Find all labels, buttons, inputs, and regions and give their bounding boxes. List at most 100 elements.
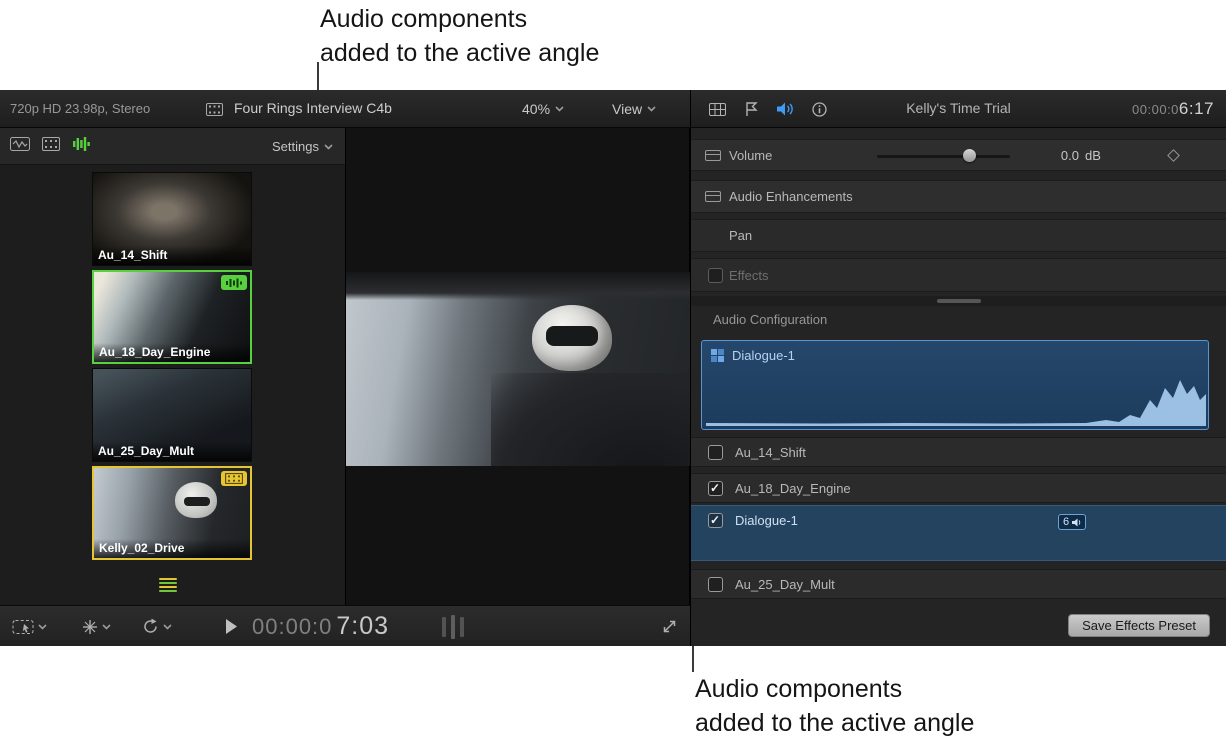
project-title: Four Rings Interview C4b — [234, 90, 392, 127]
pan-row[interactable]: Pan — [691, 219, 1226, 252]
volume-row: Volume 0.0 dB — [691, 139, 1226, 171]
expand-viewer-button[interactable] — [661, 606, 678, 647]
car-roof-shape — [346, 272, 691, 300]
audio-configuration-label: Audio Configuration — [713, 312, 827, 327]
app-window: 720p HD 23.98p, Stereo Four Rings Interv… — [0, 90, 1226, 646]
tool-select-dropdown[interactable] — [12, 606, 47, 647]
video-audio-display-icon[interactable] — [10, 137, 30, 151]
panel-icon — [705, 150, 721, 161]
effects-label: Effects — [729, 259, 769, 292]
timecode-dim: 00:00:0 — [252, 614, 332, 640]
expand-icon — [661, 618, 678, 635]
component-row-dialogue1-selected[interactable]: Dialogue-1 6 — [691, 505, 1226, 561]
channel-strip-dialogue1[interactable]: Dialogue-1 — [701, 340, 1209, 430]
play-icon — [226, 619, 238, 634]
angle-name: Au_25_Day_Mult — [93, 442, 251, 461]
volume-slider-thumb[interactable] — [963, 149, 976, 162]
settings-label: Settings — [272, 139, 319, 154]
transport-bar: 00:00:07:03 — [0, 605, 690, 646]
play-button[interactable] — [226, 606, 238, 647]
volume-label: Volume — [729, 140, 772, 171]
component-row-au18[interactable]: Au_18_Day_Engine — [691, 473, 1226, 503]
visor-shape — [184, 497, 210, 506]
visor-shape — [546, 326, 598, 346]
component-name: Au_18_Day_Engine — [735, 474, 851, 504]
zoom-value: 40% — [522, 101, 550, 117]
chevron-down-icon — [324, 144, 333, 150]
top-callout-line1: Audio components — [320, 2, 599, 36]
section-splitter[interactable] — [691, 296, 1226, 306]
enhancements-dropdown[interactable] — [82, 606, 111, 647]
angle-name: Au_14_Shift — [93, 246, 251, 265]
mini-scrubber[interactable] — [442, 606, 464, 647]
channel-count-badge: 6 — [1058, 514, 1086, 530]
volume-unit: dB — [1085, 140, 1101, 171]
retime-dropdown[interactable] — [142, 606, 172, 647]
top-callout-line2: added to the active angle — [320, 36, 599, 70]
component-row-au14[interactable]: Au_14_Shift — [691, 437, 1226, 467]
timecode-bright: 6:17 — [1179, 99, 1214, 118]
bottom-callout-line-dark — [692, 646, 694, 672]
timecode-bright: 7:03 — [336, 612, 389, 641]
bottom-callout: Audio components added to the active ang… — [695, 672, 974, 740]
speaker-icon — [1072, 518, 1081, 527]
top-callout: Audio components added to the active ang… — [320, 2, 599, 70]
pan-label: Pan — [729, 220, 752, 251]
viewer-pane — [345, 128, 690, 605]
angle-thumb-kelly-active-video[interactable]: Kelly_02_Drive — [92, 466, 252, 560]
volume-value[interactable]: 0.0 — [1043, 140, 1079, 171]
waveform-graphic — [706, 370, 1206, 426]
viewer-video-frame — [346, 272, 691, 466]
angle-thumb-au25[interactable]: Au_25_Day_Mult — [92, 368, 252, 462]
component-checkbox[interactable] — [708, 445, 723, 460]
audio-enhancements-label: Audio Enhancements — [729, 181, 853, 212]
angle-thumb-au18-active-audio[interactable]: Au_18_Day_Engine — [92, 270, 252, 364]
volume-slider-track[interactable] — [877, 155, 1010, 158]
channel-strip-name: Dialogue-1 — [732, 348, 795, 363]
viewer-header: 720p HD 23.98p, Stereo Four Rings Interv… — [0, 90, 690, 128]
component-checkbox[interactable] — [708, 481, 723, 496]
audio-enhancements-row[interactable]: Audio Enhancements — [691, 180, 1226, 213]
filmstrip-icon — [206, 103, 223, 116]
audio-meters-icon[interactable] — [159, 578, 177, 592]
chevron-down-icon — [647, 106, 656, 112]
settings-dropdown[interactable]: Settings — [272, 128, 333, 165]
film-display-icon[interactable] — [42, 137, 60, 151]
top-callout-line-dark — [317, 62, 319, 90]
chevron-down-icon — [555, 106, 564, 112]
component-name: Dialogue-1 — [735, 506, 798, 536]
effects-row[interactable]: Effects — [691, 258, 1226, 292]
component-checkbox[interactable] — [708, 577, 723, 592]
angle-name: Au_18_Day_Engine — [94, 343, 250, 362]
effects-checkbox[interactable] — [708, 268, 723, 283]
component-name: Au_14_Shift — [735, 438, 806, 468]
view-label: View — [612, 101, 642, 117]
panel-icon — [705, 191, 721, 202]
component-checkbox[interactable] — [708, 513, 723, 528]
channel-count: 6 — [1063, 516, 1069, 528]
retime-icon — [142, 618, 159, 635]
enhancements-icon — [82, 619, 98, 635]
audio-waveform-icon[interactable] — [72, 136, 90, 152]
bottom-callout-line2: added to the active angle — [695, 706, 974, 740]
keyframe-diamond-icon[interactable] — [1167, 149, 1180, 162]
driver-body-shape — [491, 373, 691, 466]
timecode-dim: 00:00:0 — [1132, 102, 1179, 117]
chevron-down-icon — [102, 624, 111, 630]
component-name: Au_25_Day_Mult — [735, 570, 835, 600]
component-row-au25[interactable]: Au_25_Day_Mult — [691, 569, 1226, 599]
angle-viewer-toolbar: Settings — [0, 128, 345, 165]
tool-select-icon — [12, 619, 34, 635]
playhead-timecode[interactable]: 00:00:07:03 — [252, 606, 389, 647]
channel-grid-icon — [711, 349, 724, 362]
zoom-dropdown[interactable]: 40% — [522, 90, 564, 128]
inspector-timecode[interactable]: 00:00:06:17 — [1132, 90, 1214, 128]
view-dropdown[interactable]: View — [612, 90, 656, 128]
chevron-down-icon — [38, 624, 47, 630]
angle-thumb-au14[interactable]: Au_14_Shift — [92, 172, 252, 266]
active-video-badge-icon — [221, 471, 247, 486]
header-bar: 720p HD 23.98p, Stereo Four Rings Interv… — [0, 90, 1226, 128]
save-effects-preset-button[interactable]: Save Effects Preset — [1068, 614, 1210, 637]
splitter-handle-icon — [937, 299, 981, 303]
format-label: 720p HD 23.98p, Stereo — [10, 90, 150, 127]
